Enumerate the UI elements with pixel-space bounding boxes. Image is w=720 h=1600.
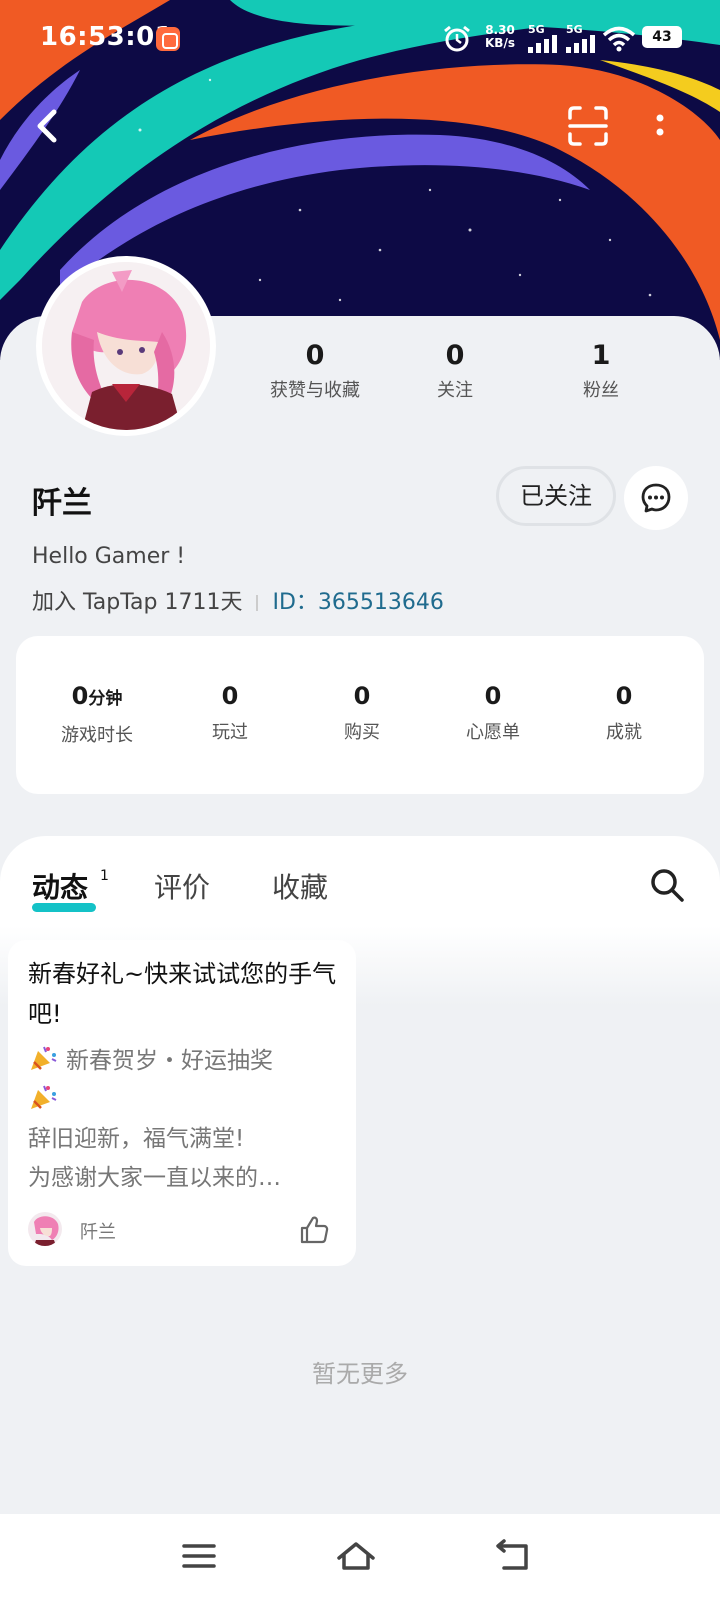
stat-playtime[interactable]: 0分钟 游戏时长 — [30, 682, 164, 747]
home-icon[interactable] — [336, 1536, 376, 1576]
join-info: 加入 TapTap 1711天 ID：365513646 — [32, 584, 444, 616]
stat-likes[interactable]: 0 获赞与收藏 — [240, 340, 390, 402]
signal-icon: 5G — [528, 24, 558, 57]
stat-wishlist[interactable]: 0 心愿单 — [426, 682, 560, 744]
back-arrow-icon[interactable] — [28, 104, 68, 148]
menu-icon[interactable] — [180, 1536, 220, 1576]
alarm-icon — [444, 25, 470, 52]
game-stats-card: 0分钟 游戏时长 0 玩过 0 购买 0 心愿单 0 成就 — [16, 636, 704, 794]
tab-posts-count: 1 — [100, 868, 109, 884]
post-excerpt: 新春贺岁・好运抽奖 辞旧迎新，福气满堂! 为感谢大家一直以来的… — [28, 1042, 346, 1198]
tab-active-indicator — [32, 903, 96, 912]
battery-indicator: 43 — [642, 26, 682, 48]
wifi-icon — [602, 26, 636, 52]
stat-purchased[interactable]: 0 购买 — [295, 682, 429, 744]
notification-app-icon — [156, 27, 180, 51]
back-icon[interactable] — [494, 1536, 534, 1576]
divider — [256, 595, 259, 611]
tab-posts[interactable]: 动态 — [32, 866, 88, 906]
status-time: 16:53:01 — [40, 22, 174, 52]
user-id[interactable]: ID：365513646 — [272, 590, 443, 615]
join-days: 加入 TapTap 1711天 — [32, 590, 243, 615]
stat-achievements[interactable]: 0 成就 — [557, 682, 691, 744]
message-button[interactable] — [624, 466, 688, 530]
more-icon[interactable] — [648, 106, 672, 146]
status-icons: 8.30 KB/s 5G 5G 43 — [422, 22, 682, 54]
status-bar: 16:53:01 8.30 KB/s 5G 5G 43 — [0, 0, 720, 78]
signal-icon-2: 5G — [566, 24, 596, 57]
no-more-text: 暂无更多 — [312, 1360, 408, 1388]
thumbs-up-icon[interactable] — [298, 1214, 330, 1246]
username: 阡兰 — [32, 486, 92, 521]
search-icon[interactable] — [648, 866, 688, 906]
social-stats: 0 获赞与收藏 0 关注 1 粉丝 — [240, 340, 700, 410]
tab-favorites[interactable]: 收藏 — [272, 866, 328, 906]
user-bio: Hello Gamer ! — [32, 544, 186, 569]
system-nav-bar — [0, 1514, 720, 1600]
stat-played[interactable]: 0 玩过 — [163, 682, 297, 744]
stat-following[interactable]: 0 关注 — [380, 340, 530, 402]
scan-icon[interactable] — [566, 104, 610, 148]
user-avatar[interactable] — [36, 256, 216, 436]
party-popper-icon — [31, 1085, 57, 1109]
party-popper-icon — [31, 1046, 57, 1070]
followed-button[interactable]: 已关注 — [496, 466, 616, 526]
stat-followers[interactable]: 1 粉丝 — [526, 340, 676, 402]
author-avatar — [28, 1212, 62, 1246]
avatar-illustration — [42, 262, 210, 430]
tab-reviews[interactable]: 评价 — [154, 866, 210, 906]
network-speed: 8.30 KB/s — [485, 23, 515, 50]
post-title: 新春好礼~快来试试您的手气吧! — [28, 960, 337, 1028]
chat-bubble-icon — [641, 483, 671, 513]
